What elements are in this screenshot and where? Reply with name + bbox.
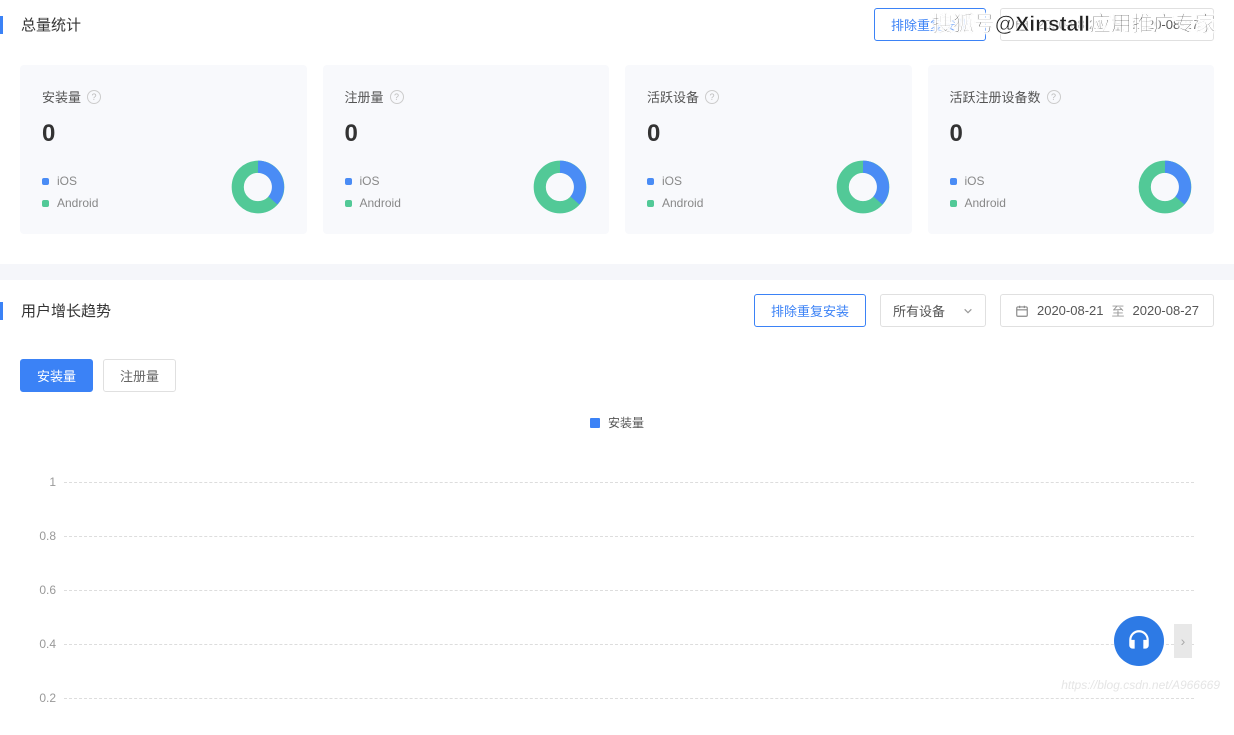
grid-line — [64, 590, 1194, 591]
section-gap — [0, 264, 1234, 280]
float-next-arrow[interactable]: › — [1174, 624, 1192, 658]
tab-install[interactable]: 安装量 — [20, 359, 93, 392]
legend-android-label: Android — [57, 196, 98, 210]
card-value: 0 — [647, 120, 890, 148]
chart-legend: 安装量 — [0, 400, 1234, 445]
legend-ios-label: iOS — [57, 174, 77, 188]
total-stats-header: 总量统计 排除重复安装 2020-08-21 至 2020-08-27 — [0, 0, 1234, 49]
date-range-picker-1[interactable]: 2020-08-21 至 2020-08-27 — [1000, 8, 1214, 41]
card-title-text: 活跃设备 — [647, 87, 699, 106]
legend-android-label: Android — [662, 196, 703, 210]
stat-card-active-register-device: 活跃注册设备数 ? 0 iOS Android — [928, 65, 1215, 234]
stat-cards-row: 安装量 ? 0 iOS Android 注册量 ? 0 iOS Android … — [0, 49, 1234, 264]
tab-register[interactable]: 注册量 — [103, 359, 176, 392]
date-sep-2: 至 — [1111, 301, 1124, 320]
chart-legend-label: 安装量 — [608, 414, 644, 431]
blog-watermark: https://blog.csdn.net/A966669 — [1061, 678, 1220, 692]
trend-section: 用户增长趋势 排除重复安装 所有设备 2020-08-21 至 2020-08-… — [0, 280, 1234, 735]
y-tick-row: 1 — [32, 455, 1194, 509]
dot-blue-icon — [647, 178, 654, 185]
section-title-trend: 用户增长趋势 — [0, 300, 111, 321]
dot-blue-icon — [950, 178, 957, 185]
dot-green-icon — [42, 200, 49, 207]
dot-green-icon — [647, 200, 654, 207]
grid-line — [64, 644, 1194, 645]
date-range-picker-2[interactable]: 2020-08-21 至 2020-08-27 — [1000, 294, 1214, 327]
card-title-text: 注册量 — [345, 87, 384, 106]
y-tick-label: 0.6 — [32, 583, 56, 597]
tab-row: 安装量 注册量 — [0, 341, 1234, 400]
help-icon[interactable]: ? — [1047, 90, 1061, 104]
section-title-total: 总量统计 — [0, 14, 81, 35]
exclude-duplicate-button-2[interactable]: 排除重复安装 — [754, 294, 866, 327]
date-from-2: 2020-08-21 — [1037, 303, 1104, 318]
date-from-1: 2020-08-21 — [1037, 17, 1104, 32]
card-value: 0 — [42, 120, 285, 148]
section2-actions: 排除重复安装 所有设备 2020-08-21 至 2020-08-27 — [754, 294, 1214, 327]
help-icon[interactable]: ? — [705, 90, 719, 104]
donut-chart-icon — [1138, 160, 1192, 214]
donut-chart-icon — [836, 160, 890, 214]
date-to-2: 2020-08-27 — [1133, 303, 1200, 318]
section1-title-text: 总量统计 — [21, 14, 81, 35]
stat-card-active-device: 活跃设备 ? 0 iOS Android — [625, 65, 912, 234]
stat-card-register: 注册量 ? 0 iOS Android — [323, 65, 610, 234]
legend-ios-label: iOS — [662, 174, 682, 188]
card-title: 活跃设备 ? — [647, 87, 890, 106]
y-tick-row: 0.6 — [32, 563, 1194, 617]
y-tick-label: 0.4 — [32, 637, 56, 651]
legend-ios-label: iOS — [965, 174, 985, 188]
legend-ios-label: iOS — [360, 174, 380, 188]
y-tick-row: 0.8 — [32, 509, 1194, 563]
legend-android-label: Android — [965, 196, 1006, 210]
date-to-1: 2020-08-27 — [1133, 17, 1200, 32]
card-title: 安装量 ? — [42, 87, 285, 106]
calendar-icon — [1015, 18, 1029, 32]
dot-green-icon — [345, 200, 352, 207]
chevron-down-icon — [963, 306, 973, 316]
help-icon[interactable]: ? — [87, 90, 101, 104]
help-icon[interactable]: ? — [390, 90, 404, 104]
stat-card-install: 安装量 ? 0 iOS Android — [20, 65, 307, 234]
y-tick-row: 0.4 — [32, 617, 1194, 671]
trend-header: 用户增长趋势 排除重复安装 所有设备 2020-08-21 至 2020-08-… — [0, 280, 1234, 341]
card-title-text: 活跃注册设备数 — [950, 87, 1041, 106]
device-select-label: 所有设备 — [893, 301, 945, 320]
title-accent-bar — [0, 302, 3, 320]
date-sep-1: 至 — [1111, 15, 1124, 34]
title-accent-bar — [0, 16, 3, 34]
y-tick-label: 0.8 — [32, 529, 56, 543]
dot-green-icon — [950, 200, 957, 207]
headset-icon — [1126, 628, 1152, 654]
calendar-icon — [1015, 304, 1029, 318]
legend-android-label: Android — [360, 196, 401, 210]
device-select[interactable]: 所有设备 — [880, 294, 986, 327]
card-value: 0 — [950, 120, 1193, 148]
chart-legend-dot-icon — [590, 418, 600, 428]
card-value: 0 — [345, 120, 588, 148]
support-float-button[interactable] — [1114, 616, 1164, 666]
grid-line — [64, 698, 1194, 699]
y-tick-label: 0.2 — [32, 691, 56, 705]
card-title: 活跃注册设备数 ? — [950, 87, 1193, 106]
card-title-text: 安装量 — [42, 87, 81, 106]
grid-line — [64, 482, 1194, 483]
dot-blue-icon — [345, 178, 352, 185]
donut-chart-icon — [533, 160, 587, 214]
grid-line — [64, 536, 1194, 537]
donut-chart-icon — [231, 160, 285, 214]
exclude-duplicate-button[interactable]: 排除重复安装 — [874, 8, 986, 41]
section1-actions: 排除重复安装 2020-08-21 至 2020-08-27 — [874, 8, 1214, 41]
y-tick-label: 1 — [32, 475, 56, 489]
chart-area: 1 0.8 0.6 0.4 0.2 — [0, 445, 1234, 735]
y-tick-row: 0.2 — [32, 671, 1194, 725]
dot-blue-icon — [42, 178, 49, 185]
card-title: 注册量 ? — [345, 87, 588, 106]
section2-title-text: 用户增长趋势 — [21, 300, 111, 321]
